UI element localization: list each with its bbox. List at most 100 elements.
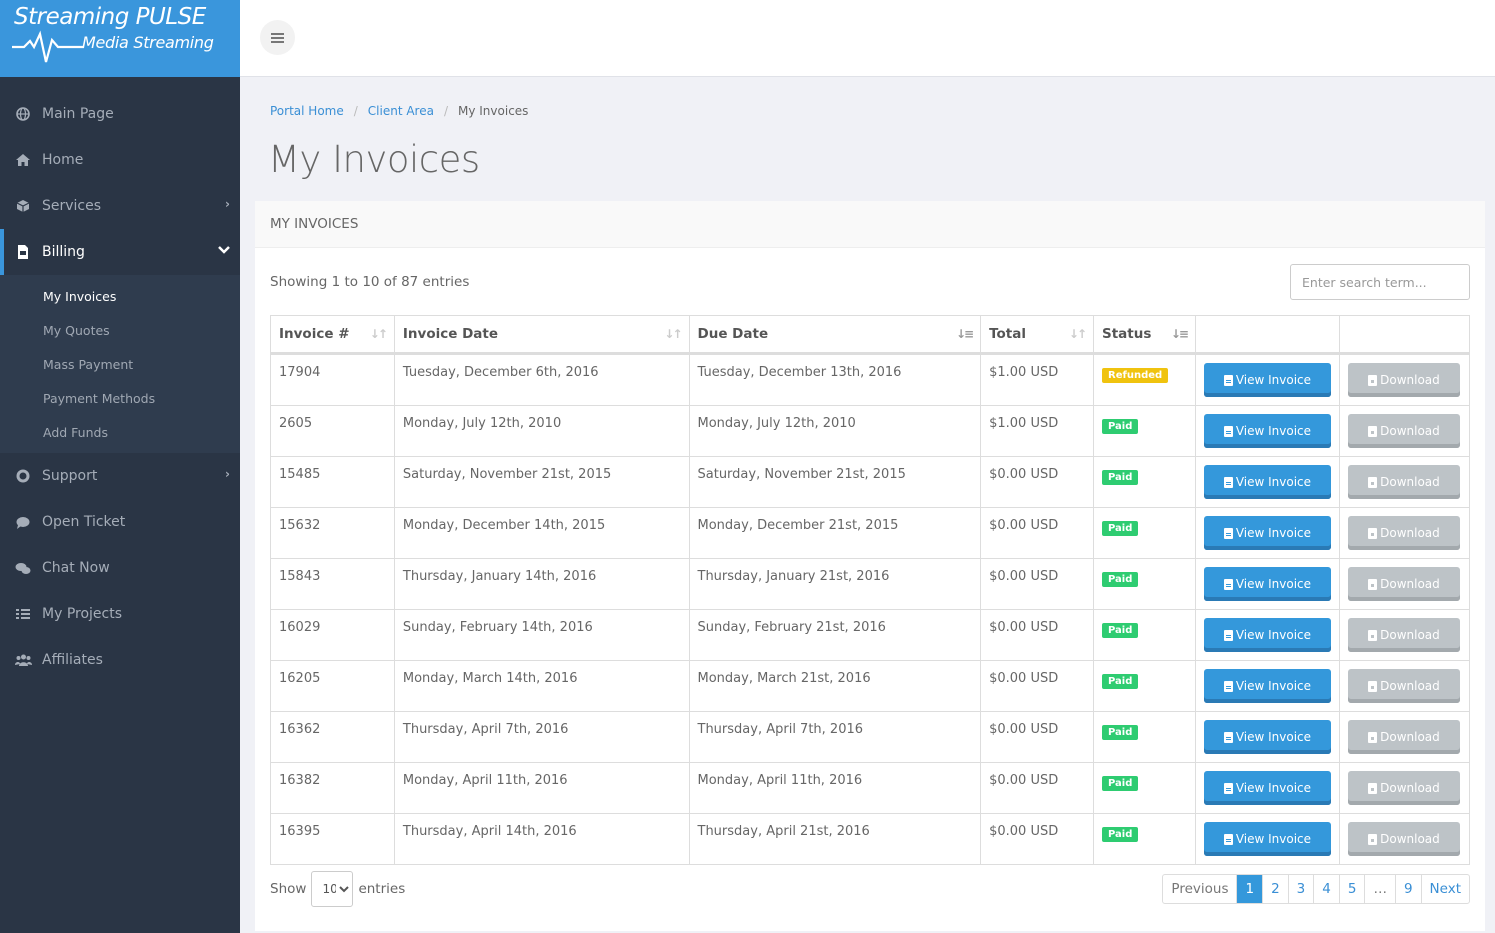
pagination-page-4[interactable]: 4 xyxy=(1313,875,1339,903)
status-badge: Refunded xyxy=(1102,368,1169,383)
table-row[interactable]: 2605 Monday, July 12th, 2010 Monday, July … xyxy=(270,405,1471,457)
sidebar-item-open-ticket[interactable]: Open Ticket xyxy=(0,499,240,545)
search-input[interactable] xyxy=(1290,264,1470,300)
pagination-page-9[interactable]: 9 xyxy=(1394,875,1421,903)
status-badge: Paid xyxy=(1102,521,1139,536)
sidebar-item-home[interactable]: Home xyxy=(0,137,240,183)
table-row[interactable]: 15843 Thursday, January 14th, 2016 Thursda… xyxy=(270,558,1471,610)
due-date: Monday, July 12th, 2010 xyxy=(688,405,982,457)
view-invoice-button[interactable]: View Invoice xyxy=(1203,669,1331,703)
table-row[interactable]: 16205 Monday, March 14th, 2016 Monday, Mar… xyxy=(270,660,1471,712)
download-cell: Download xyxy=(1338,660,1471,712)
invoice-total: $0.00 USD xyxy=(980,609,1094,661)
submenu-mass-payment[interactable]: Mass Payment xyxy=(0,347,240,381)
sidebar-item-label: Home xyxy=(42,152,84,168)
file-icon xyxy=(1223,578,1233,590)
pagination-page-5[interactable]: 5 xyxy=(1338,875,1365,903)
file-download-icon xyxy=(1368,629,1378,641)
pagination-page-3[interactable]: 3 xyxy=(1287,875,1314,903)
sort-icon: ↓↑ xyxy=(664,327,682,341)
column-header-total[interactable]: Total ↓↑ xyxy=(980,315,1094,355)
download-button[interactable]: Download xyxy=(1347,822,1460,856)
status-badge: Paid xyxy=(1102,827,1139,842)
download-button[interactable]: Download xyxy=(1347,465,1460,499)
submenu-add-funds[interactable]: Add Funds xyxy=(0,415,240,449)
view-invoice-button[interactable]: View Invoice xyxy=(1203,363,1331,397)
page-length-control: Show 10 entries xyxy=(270,871,405,907)
sidebar-item-affiliates[interactable]: Affiliates xyxy=(0,637,240,683)
entries-per-page-select[interactable]: 10 xyxy=(311,871,354,907)
breadcrumb-separator: / xyxy=(353,104,358,118)
download-button[interactable]: Download xyxy=(1347,669,1460,703)
invoice-number: 15632 xyxy=(270,507,395,559)
sidebar-item-support[interactable]: Support › xyxy=(0,453,240,499)
invoice-total: $0.00 USD xyxy=(980,711,1094,763)
pagination-next[interactable]: Next xyxy=(1420,875,1469,903)
view-invoice-button[interactable]: View Invoice xyxy=(1203,516,1331,550)
table-row[interactable]: 16382 Monday, April 11th, 2016 Monday, Apr… xyxy=(270,762,1471,814)
due-date: Monday, March 21st, 2016 xyxy=(688,660,982,712)
table-row[interactable]: 16362 Thursday, April 7th, 2016 Thursday, … xyxy=(270,711,1471,763)
pagination-page-1[interactable]: 1 xyxy=(1236,875,1263,903)
file-icon xyxy=(1223,374,1233,386)
submenu-my-invoices[interactable]: My Invoices xyxy=(0,279,240,313)
download-button[interactable]: Download xyxy=(1347,414,1460,448)
download-cell: Download xyxy=(1338,507,1471,559)
column-header-invoice-date[interactable]: Invoice Date ↓↑ xyxy=(393,315,690,355)
brand-logo[interactable]: Streaming PULSE Media Streaming xyxy=(0,0,240,77)
invoice-number: 2605 xyxy=(270,405,395,457)
home-icon xyxy=(14,151,32,169)
file-icon xyxy=(1223,680,1233,692)
download-button[interactable]: Download xyxy=(1347,618,1460,652)
invoice-number: 15843 xyxy=(270,558,395,610)
sidebar-item-services[interactable]: Services › xyxy=(0,183,240,229)
sidebar-item-my-projects[interactable]: My Projects xyxy=(0,591,240,637)
download-button[interactable]: Download xyxy=(1347,363,1460,397)
pagination-previous[interactable]: Previous xyxy=(1163,875,1236,903)
pagination-page-2[interactable]: 2 xyxy=(1262,875,1288,903)
view-invoice-button[interactable]: View Invoice xyxy=(1203,414,1331,448)
view-invoice-button[interactable]: View Invoice xyxy=(1203,720,1331,754)
invoice-number: 16029 xyxy=(270,609,395,661)
column-header-invoice-number[interactable]: Invoice # ↓↑ xyxy=(270,315,395,355)
invoice-date: Thursday, January 14th, 2016 xyxy=(393,558,690,610)
table-row[interactable]: 16395 Thursday, April 14th, 2016 Thursday,… xyxy=(270,813,1471,865)
pulse-icon xyxy=(12,30,84,63)
breadcrumb-client-area[interactable]: Client Area xyxy=(368,104,434,118)
view-cell: View Invoice xyxy=(1194,813,1340,865)
view-invoice-button[interactable]: View Invoice xyxy=(1203,822,1331,856)
view-invoice-button[interactable]: View Invoice xyxy=(1203,567,1331,601)
sidebar-item-chat-now[interactable]: Chat Now xyxy=(0,545,240,591)
submenu-my-quotes[interactable]: My Quotes xyxy=(0,313,240,347)
comment-icon xyxy=(14,513,32,531)
sidebar-item-main-page[interactable]: Main Page xyxy=(0,91,240,137)
table-row[interactable]: 16029 Sunday, February 14th, 2016 Sunday, … xyxy=(270,609,1471,661)
sort-asc-icon: ↓≡ xyxy=(956,327,974,341)
download-cell: Download xyxy=(1338,558,1471,610)
status-badge: Paid xyxy=(1102,674,1139,689)
billing-submenu: My Invoices My Quotes Mass Payment Payme… xyxy=(0,275,240,453)
download-button[interactable]: Download xyxy=(1347,720,1460,754)
view-invoice-button[interactable]: View Invoice xyxy=(1203,618,1331,652)
sort-icon: ↓↑ xyxy=(369,327,388,341)
table-row[interactable]: 15485 Saturday, November 21st, 2015 Saturd… xyxy=(270,456,1471,508)
view-invoice-button[interactable]: View Invoice xyxy=(1203,771,1331,805)
view-invoice-button[interactable]: View Invoice xyxy=(1203,465,1331,499)
sidebar-item-billing[interactable]: Billing xyxy=(0,229,240,275)
file-icon xyxy=(14,243,32,261)
entries-label: entries xyxy=(358,881,406,897)
breadcrumb-portal-home[interactable]: Portal Home xyxy=(270,104,344,118)
table-row[interactable]: 15632 Monday, December 14th, 2015 Monday, … xyxy=(270,507,1471,559)
table-row[interactable]: 17904 Tuesday, December 6th, 2016 Tuesday,… xyxy=(270,353,1471,406)
entries-info: Showing 1 to 10 of 87 entries xyxy=(270,274,470,290)
download-button[interactable]: Download xyxy=(1347,567,1460,601)
sidebar-toggle-button[interactable] xyxy=(260,20,295,55)
file-download-icon xyxy=(1368,731,1378,743)
submenu-payment-methods[interactable]: Payment Methods xyxy=(0,381,240,415)
invoice-date: Tuesday, December 6th, 2016 xyxy=(393,353,690,406)
download-button[interactable]: Download xyxy=(1347,516,1460,550)
file-download-icon xyxy=(1368,680,1378,692)
download-button[interactable]: Download xyxy=(1347,771,1460,805)
column-header-due-date[interactable]: Due Date ↓≡ xyxy=(688,315,982,355)
column-header-status[interactable]: Status ↓≡ xyxy=(1093,315,1196,355)
